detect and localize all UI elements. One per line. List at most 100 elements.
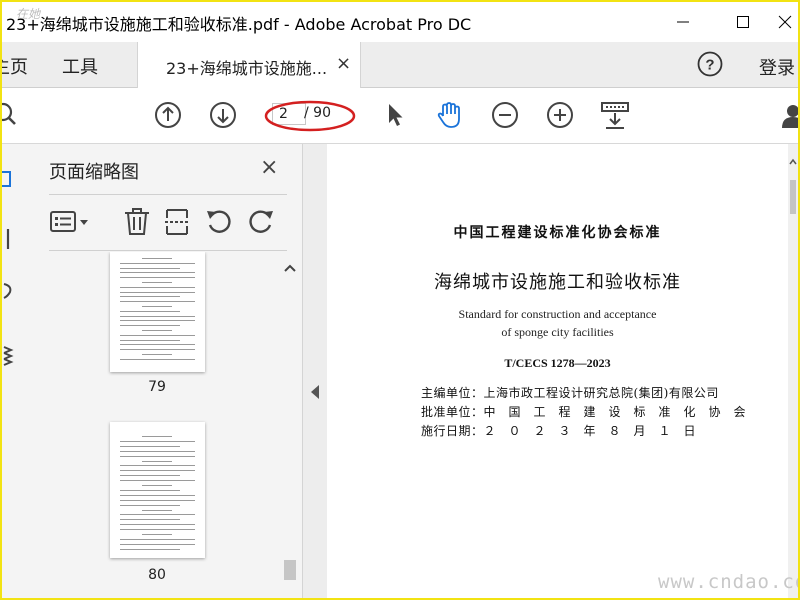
tab-tools[interactable]: 工具 (62, 53, 98, 79)
scroll-up-icon[interactable] (278, 260, 302, 276)
search-button[interactable] (2, 100, 22, 130)
document-title: 海绵城市设施施工和验收标准 (434, 272, 681, 293)
page-thumbnails-nav-button[interactable] (2, 164, 32, 194)
document-tab-close-button[interactable]: × (336, 53, 351, 74)
rotate-right-icon (249, 210, 273, 233)
delete-page-button[interactable] (122, 206, 152, 236)
thumbnail-scrollbar[interactable] (278, 252, 302, 598)
scrollbar-thumb[interactable] (790, 180, 796, 214)
thumbnail-options-button[interactable] (49, 209, 93, 235)
thumbnail-text-line (142, 534, 172, 535)
thumbnail-text-line (142, 330, 172, 331)
help-icon: ? (697, 51, 723, 77)
page-thumbnails-panel: 页面缩略图 × 79 80 (32, 144, 303, 598)
tab-document[interactable]: 23+海绵城市设施施... × (137, 42, 361, 88)
document-page: 中国工程建设标准化协会标准 海绵城市设施施工和验收标准 Standard for… (327, 144, 788, 598)
next-page-button[interactable] (208, 100, 238, 130)
thumbnail-text-line (120, 489, 180, 491)
paperclip-icon (3, 283, 12, 299)
tab-home[interactable]: 主页 (2, 53, 28, 79)
fit-page-icon (601, 102, 629, 129)
document-english-title-line1: Standard for construction and acceptance (458, 307, 657, 321)
previous-page-button[interactable] (153, 100, 183, 130)
watermark-top-left: 在她 (16, 7, 41, 21)
zoom-in-button[interactable] (545, 100, 575, 130)
thumbnail-text-line (120, 475, 180, 477)
thumbnail-text-line (142, 306, 172, 307)
thumbnail-text-line (120, 465, 195, 467)
panel-divider (49, 194, 287, 195)
thumbnail-text-line (120, 358, 195, 360)
thumbnail-text-line (120, 344, 195, 346)
thumbnail-text-line (120, 267, 180, 269)
maximize-icon (737, 16, 749, 28)
plus-circle-icon (547, 102, 573, 128)
thumbnail-text-line (142, 485, 172, 486)
account-button[interactable] (778, 100, 798, 130)
thumbnail-text-line (120, 494, 195, 496)
thumbnail-text-line (120, 543, 195, 545)
svg-text:?: ? (705, 57, 714, 74)
chief-editor-line: 主编单位：上海市政工程设计研究总院(集团)有限公司 (421, 386, 719, 400)
zoom-out-button[interactable] (490, 100, 520, 130)
close-window-button[interactable] (762, 2, 798, 42)
thumbnail-text-line (120, 538, 195, 540)
hand-tool-button[interactable] (434, 100, 464, 130)
scrollbar-thumb[interactable] (284, 560, 296, 580)
trash-icon (125, 208, 149, 235)
thumbnail-text-line (120, 450, 195, 452)
thumbnail-text-line (142, 436, 172, 437)
select-tool-button[interactable] (380, 100, 410, 130)
panel-close-button[interactable]: × (260, 155, 278, 180)
collapse-left-icon (311, 385, 319, 399)
minimize-button[interactable] (660, 2, 706, 42)
thumbnail-text-line (120, 519, 180, 521)
layers-nav-button[interactable] (2, 339, 32, 369)
login-link[interactable]: 登录 (759, 54, 795, 80)
thumbnail-text-line (142, 354, 172, 355)
minimize-icon (677, 21, 689, 23)
scroll-up-icon[interactable] (788, 156, 798, 168)
page-thumbnail[interactable] (110, 422, 205, 558)
close-icon (778, 15, 792, 29)
bookmark-icon (6, 229, 10, 249)
rotate-counterclockwise-button[interactable] (204, 206, 234, 236)
arrow-up-circle-icon (155, 102, 181, 128)
thumbnail-text-line (120, 301, 195, 303)
maximize-button[interactable] (720, 2, 766, 42)
panel-collapse-strip[interactable] (303, 144, 327, 598)
thumbnail-text-line (120, 315, 195, 317)
thumbnail-text-line (120, 320, 195, 322)
window-title: 23+海绵城市设施施工和验收标准.pdf - Adobe Acrobat Pro… (6, 15, 472, 34)
highlight-ellipse (264, 100, 356, 132)
thumbnail-text-line (120, 470, 195, 472)
minus-circle-icon (492, 102, 518, 128)
document-tab-label: 23+海绵城市设施施... (166, 59, 328, 78)
insert-page-button[interactable] (162, 206, 192, 236)
bookmarks-nav-button[interactable] (2, 224, 32, 254)
document-scrollbar[interactable] (788, 144, 798, 598)
thumbnail-text-line (120, 325, 180, 327)
attachments-nav-button[interactable] (2, 276, 32, 306)
thumbnail-text-line (120, 334, 195, 336)
help-button[interactable]: ? (697, 51, 723, 77)
thumbnail-text-line (120, 277, 195, 279)
thumbnail-text-line (120, 524, 195, 526)
thumbnail-page-number: 79 (148, 379, 166, 395)
thumbnail-text-line (120, 529, 195, 531)
thumbnail-text-line (120, 296, 180, 298)
page-thumbnail[interactable] (110, 252, 205, 372)
search-icon (2, 102, 16, 125)
title-bar: 23+海绵城市设施施工和验收标准.pdf - Adobe Acrobat Pro… (2, 2, 798, 42)
thumbnail-text-line (142, 460, 172, 462)
thumbnail-text-line (120, 310, 180, 312)
thumbnail-text-line (120, 504, 180, 506)
approval-line: 批准单位：中 国 工 程 建 设 标 准 化 协 会 (421, 405, 747, 419)
thumbnail-text-line (142, 282, 172, 283)
document-english-title-line2: of sponge city facilities (501, 325, 614, 339)
thumbnail-text-line (142, 509, 172, 511)
rotate-clockwise-button[interactable] (246, 206, 276, 236)
thumbnail-text-line (120, 548, 180, 550)
panel-title: 页面缩略图 (49, 162, 139, 183)
fit-page-button[interactable] (600, 100, 630, 130)
